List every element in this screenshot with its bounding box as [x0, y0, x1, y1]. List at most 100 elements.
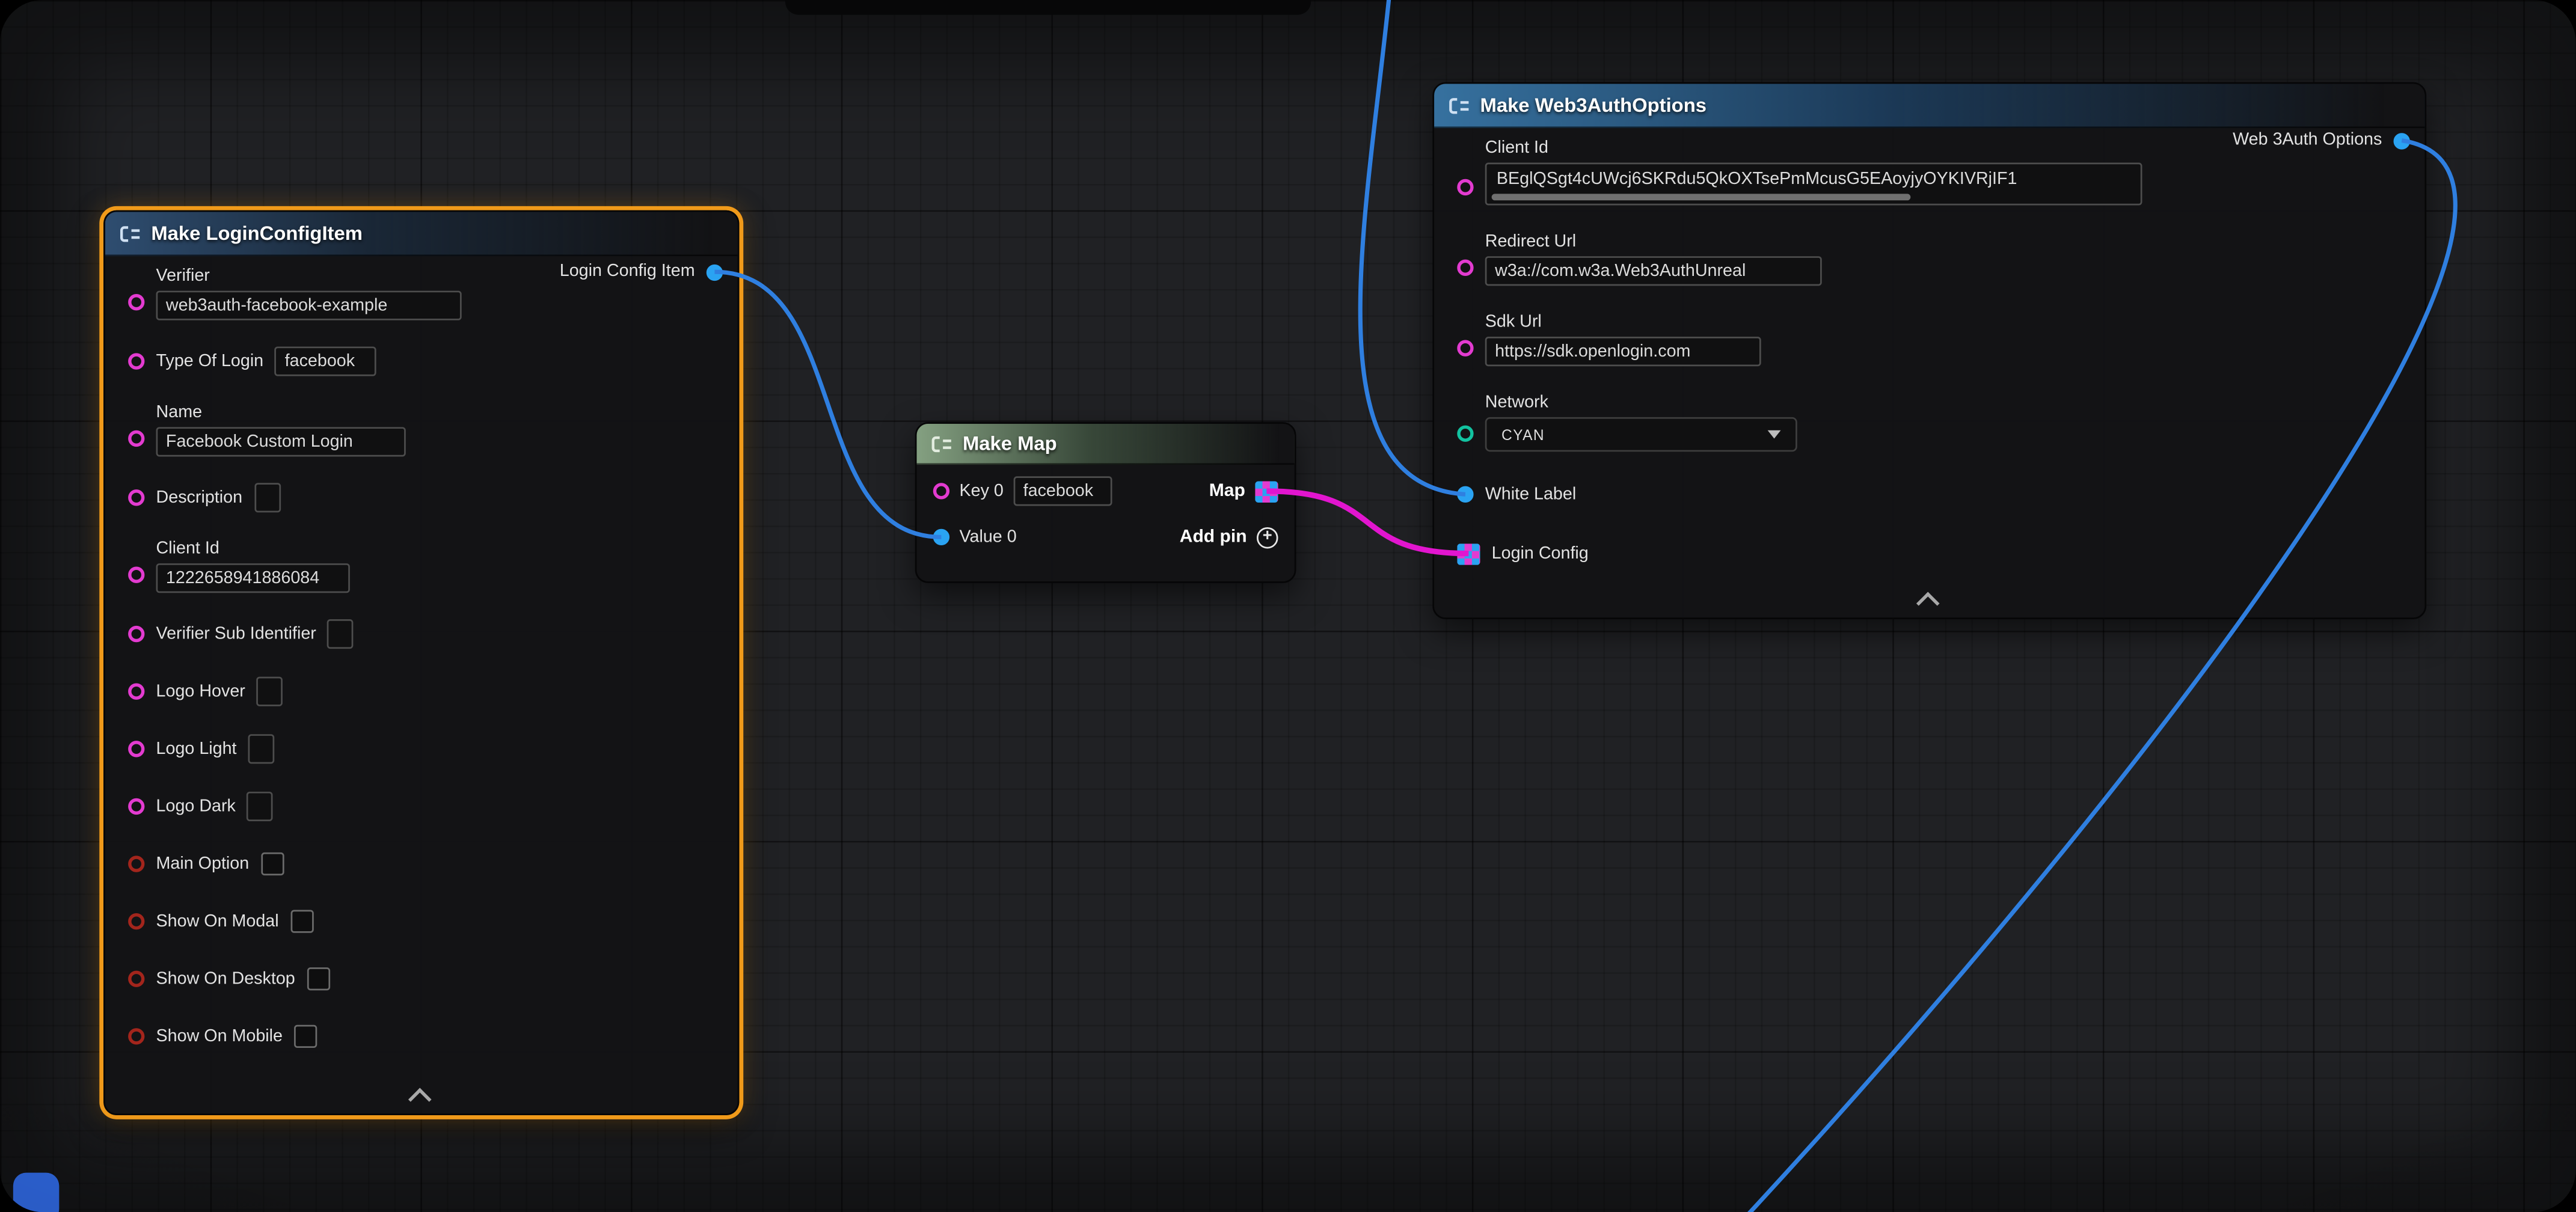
- pin-name[interactable]: [128, 430, 144, 447]
- make-struct-icon: [1449, 96, 1471, 114]
- pin-label: Client Id: [156, 539, 350, 560]
- network-dropdown[interactable]: CYAN: [1485, 417, 1797, 451]
- pin-label: Description: [156, 487, 243, 509]
- description-input[interactable]: [254, 483, 280, 512]
- pin-show-on-modal[interactable]: [128, 913, 144, 929]
- verifier-sub-identifier-input[interactable]: [328, 619, 354, 649]
- output-pin-label: Web 3Auth Options: [2233, 130, 2382, 152]
- row-logo-light: Logo Light: [105, 732, 738, 765]
- type-of-login-input[interactable]: [275, 346, 376, 376]
- pin-login-config-item-out[interactable]: [707, 263, 723, 280]
- row-client-id: Client Id: [105, 539, 738, 593]
- node-header[interactable]: Make Map: [916, 424, 1294, 465]
- collapse-node-button[interactable]: [403, 1086, 440, 1109]
- pin-label: Key 0: [959, 480, 1003, 502]
- row-white-label: White Label: [1434, 478, 2424, 511]
- pin-map-out[interactable]: [1255, 480, 1278, 502]
- pin-w3-client-id[interactable]: [1457, 179, 1473, 195]
- logo-dark-input[interactable]: [247, 792, 274, 821]
- chevron-up-icon: [1916, 592, 1939, 615]
- row-key0-map: Key 0 Map: [916, 475, 1294, 508]
- make-map-icon: [931, 435, 953, 453]
- w3-client-id-value: BEglQSgt4cUWcj6SKRdu5QkOXTsePmMcusG5EAoy…: [1497, 169, 2131, 189]
- pin-label: Main Option: [156, 853, 250, 875]
- chevron-up-icon: [408, 1088, 431, 1112]
- add-pin-icon: +: [1257, 527, 1278, 548]
- show-on-desktop-checkbox[interactable]: [307, 967, 330, 990]
- pin-logo-light[interactable]: [128, 741, 144, 757]
- pin-white-label[interactable]: [1457, 486, 1473, 503]
- pin-client-id[interactable]: [128, 567, 144, 583]
- pin-label: Verifier: [156, 266, 462, 288]
- pin-label: Name: [156, 402, 406, 424]
- pin-label: Logo Light: [156, 738, 237, 760]
- pin-label: Show On Mobile: [156, 1026, 283, 1047]
- row-redirect-url: Redirect Url: [1434, 231, 2424, 286]
- logo-light-input[interactable]: [248, 734, 275, 764]
- pin-label: Redirect Url: [1485, 231, 1822, 253]
- row-show-on-desktop: Show On Desktop: [105, 963, 738, 996]
- map-output-label: Map: [1209, 481, 1245, 501]
- add-pin-button[interactable]: Add pin +: [1180, 527, 1278, 548]
- graph-canvas[interactable]: Make LoginConfigItem Login Config Item V…: [0, 0, 2576, 1212]
- output-web3auth-options: Web 3Auth Options: [2233, 130, 2410, 152]
- node-title: Make Map: [963, 432, 1057, 455]
- pin-description[interactable]: [128, 489, 144, 506]
- input-horizontal-scrollbar[interactable]: [1492, 194, 1911, 200]
- pin-redirect-url[interactable]: [1457, 260, 1473, 276]
- pin-show-on-mobile[interactable]: [128, 1028, 144, 1044]
- pin-label: Network: [1485, 393, 1797, 414]
- row-sdk-url: Sdk Url: [1434, 312, 2424, 366]
- main-option-checkbox[interactable]: [260, 852, 283, 875]
- sdk-url-input[interactable]: [1485, 337, 1761, 366]
- node-make-web3authoptions[interactable]: Make Web3AuthOptions Web 3Auth Options C…: [1432, 82, 2426, 619]
- key0-input[interactable]: [1013, 476, 1112, 506]
- verifier-input[interactable]: [156, 291, 462, 320]
- show-on-mobile-checkbox[interactable]: [294, 1025, 317, 1048]
- row-network: Network CYAN: [1434, 393, 2424, 451]
- pin-web3auth-out[interactable]: [2394, 132, 2410, 148]
- pin-show-on-desktop[interactable]: [128, 971, 144, 987]
- redirect-url-input[interactable]: [1485, 256, 1822, 286]
- node-make-map[interactable]: Make Map Key 0 Map: [915, 422, 1296, 583]
- pin-type-of-login[interactable]: [128, 353, 144, 369]
- row-login-config: Login Config: [1434, 537, 2424, 570]
- row-value0-addpin: Value 0 Add pin +: [916, 521, 1294, 554]
- pin-login-config-in[interactable]: [1457, 543, 1480, 565]
- row-logo-hover: Logo Hover: [105, 675, 738, 708]
- pin-sdk-url[interactable]: [1457, 340, 1473, 357]
- name-input[interactable]: [156, 427, 406, 456]
- show-on-modal-checkbox[interactable]: [290, 910, 313, 933]
- pin-label: Client Id: [1485, 138, 2142, 159]
- pin-logo-hover[interactable]: [128, 684, 144, 700]
- row-main-option: Main Option: [105, 848, 738, 881]
- pin-label: Sdk Url: [1485, 312, 1761, 334]
- add-pin-label: Add pin: [1180, 527, 1247, 547]
- client-id-input[interactable]: [156, 563, 350, 593]
- screenshot-frame: Make LoginConfigItem Login Config Item V…: [0, 0, 2576, 1212]
- pin-verifier[interactable]: [128, 294, 144, 310]
- collapse-node-button[interactable]: [1912, 590, 1948, 613]
- pin-network[interactable]: [1457, 426, 1473, 442]
- pin-logo-dark[interactable]: [128, 798, 144, 815]
- node-header[interactable]: Make Web3AuthOptions: [1434, 84, 2424, 128]
- output-pin-label: Login Config Item: [560, 261, 695, 283]
- node-make-loginconfigitem[interactable]: Make LoginConfigItem Login Config Item V…: [103, 210, 739, 1115]
- node-header[interactable]: Make LoginConfigItem: [105, 212, 738, 256]
- pin-label: Show On Modal: [156, 911, 279, 932]
- pin-verifier-sub-identifier[interactable]: [128, 626, 144, 642]
- wire-login-config-item-to-value0: [714, 272, 941, 537]
- pin-label: Show On Desktop: [156, 969, 295, 990]
- node-title: Make Web3AuthOptions: [1480, 94, 1707, 117]
- logo-hover-input[interactable]: [257, 677, 283, 706]
- pin-label: Value 0: [959, 527, 1016, 548]
- pin-label: Login Config: [1492, 543, 1589, 565]
- offscreen-window-edge: [785, 0, 1311, 15]
- pin-main-option[interactable]: [128, 855, 144, 872]
- pin-value0[interactable]: [933, 529, 949, 545]
- w3-client-id-input[interactable]: BEglQSgt4cUWcj6SKRdu5QkOXTsePmMcusG5EAoy…: [1485, 162, 2142, 205]
- pin-key0[interactable]: [933, 483, 949, 499]
- row-name: Name: [105, 402, 738, 456]
- output-login-config-item: Login Config Item: [560, 261, 723, 283]
- pin-label: White Label: [1485, 484, 1576, 506]
